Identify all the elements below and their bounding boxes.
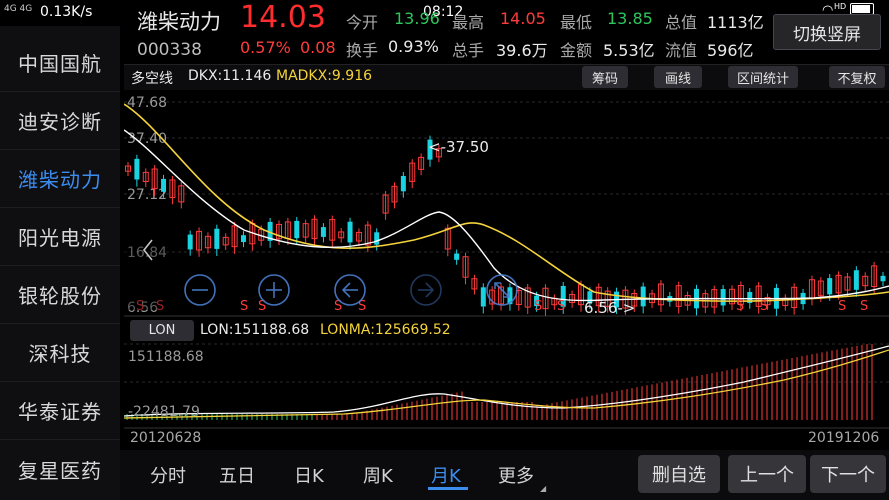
zoom-in-icon[interactable]: [258, 274, 290, 306]
candle-body: [374, 232, 380, 245]
signal-marker: S: [860, 299, 868, 314]
stock-watchlist-sidebar: 中国国航 迪安诊断 潍柴动力 阳光电源 银轮股份 深科技 华泰证券 复星医药: [0, 26, 120, 500]
switch-portrait-button[interactable]: 切换竖屏: [773, 14, 881, 50]
candles: [125, 135, 886, 316]
remove-watchlist-button[interactable]: 删自选: [638, 455, 720, 493]
tab-intraday[interactable]: 分时: [150, 462, 186, 488]
y-tick-2: 37.40: [127, 131, 167, 147]
candle-body: [347, 221, 353, 243]
network-speed: 0.13K/s: [40, 4, 93, 20]
float-cap-value: 596亿: [707, 41, 754, 60]
amount-label: 金额: [560, 41, 593, 60]
candle-body: [214, 228, 220, 249]
chip-distribution-button[interactable]: 筹码: [582, 66, 628, 88]
range-stats-button[interactable]: 区间统计: [728, 66, 798, 88]
candle-body: [134, 158, 140, 180]
high-label: 最高: [452, 13, 485, 32]
tab-weekly-k[interactable]: 周K: [363, 462, 393, 488]
signal-marker: S: [557, 299, 565, 314]
signal-marker: S: [736, 299, 744, 314]
open-label: 今开: [346, 13, 379, 32]
signal-marker: S: [760, 299, 768, 314]
low-value: 13.85: [607, 9, 653, 28]
volume-value: 39.6万: [496, 41, 548, 60]
candle-body: [294, 220, 300, 239]
sidebar-item-7[interactable]: 华泰证券: [0, 382, 120, 440]
candle-body: [827, 278, 833, 295]
y-tick-1: 47.68: [127, 95, 167, 111]
turnover-label: 换手: [346, 41, 379, 60]
lon-chart[interactable]: 151188.68 -22481.79: [124, 342, 889, 430]
candle-body: [480, 287, 486, 307]
sidebar-item-3[interactable]: 潍柴动力: [0, 150, 120, 208]
scroll-left-icon[interactable]: [124, 230, 170, 310]
tab-daily-k[interactable]: 日K: [294, 462, 324, 488]
tab-monthly-k[interactable]: 月K: [431, 462, 461, 488]
total-cap-label: 总值: [665, 13, 698, 32]
lon-indicator-button[interactable]: LON: [130, 320, 194, 341]
signal-marker: S: [838, 299, 846, 314]
madkx-value: MADKX:9.916: [276, 68, 373, 84]
total-cap-value: 1113亿: [707, 13, 764, 32]
high-value: 14.05: [500, 9, 546, 28]
more-triangle-icon: ◢: [540, 484, 547, 493]
sidebar-item-1[interactable]: 中国国航: [0, 34, 120, 92]
lon-value: LON:151188.68: [200, 322, 310, 338]
open-value: 13.96: [394, 9, 440, 28]
low-label: 最低: [560, 13, 593, 32]
candle-body: [161, 178, 167, 192]
amount-value: 5.53亿: [603, 41, 655, 60]
min-price-annotation: 6.56->: [584, 299, 635, 317]
date-end: 20191206: [808, 430, 880, 446]
active-tab-indicator: [428, 487, 468, 490]
lonma-value: LONMA:125669.52: [320, 322, 451, 338]
signal-marker: S: [534, 299, 542, 314]
candle-body: [720, 289, 726, 306]
network-indicator: 4G 4G: [4, 4, 33, 14]
sidebar-item-5[interactable]: 银轮股份: [0, 266, 120, 324]
sidebar-item-8[interactable]: 复星医药: [0, 440, 120, 498]
lon-y-top: 151188.68: [128, 349, 204, 365]
volume-label: 总手: [452, 41, 485, 60]
dkx-value: DKX:11.146: [188, 68, 272, 84]
candle-body: [187, 234, 193, 250]
signal-marker: S: [240, 299, 248, 314]
tab-more[interactable]: 更多: [498, 462, 534, 488]
stock-name: 潍柴动力: [137, 10, 221, 34]
change-percent: 0.57%: [240, 38, 291, 57]
next-stock-button[interactable]: 下一个: [810, 455, 886, 493]
candle-body: [320, 227, 326, 237]
candlestick-chart[interactable]: 47.68 37.40 27.12 16.84 6.56 <-37.50 6.5…: [124, 90, 889, 318]
stock-code: 000338: [137, 40, 202, 60]
turnover-value: 0.93%: [388, 37, 439, 56]
zoom-out-icon[interactable]: [184, 274, 216, 306]
sidebar-item-2[interactable]: 迪安诊断: [0, 92, 120, 150]
candle-body: [240, 235, 246, 243]
lon-y-bottom: -22481.79: [128, 404, 200, 420]
move-right-icon[interactable]: [410, 274, 442, 306]
sidebar-item-4[interactable]: 阳光电源: [0, 208, 120, 266]
hd-badge: HD: [834, 2, 847, 11]
no-adjust-button[interactable]: 不复权: [829, 66, 885, 88]
date-start: 20120628: [130, 430, 202, 446]
candle-body: [880, 275, 886, 282]
sidebar-item-6[interactable]: 深科技: [0, 324, 120, 382]
indicator-name[interactable]: 多空线: [131, 68, 173, 88]
candle-body: [640, 286, 646, 307]
candle-body: [454, 253, 460, 260]
float-cap-label: 流值: [665, 41, 698, 60]
tab-five-day[interactable]: 五日: [219, 462, 255, 488]
candle-body: [853, 270, 859, 290]
previous-stock-button[interactable]: 上一个: [728, 455, 806, 493]
change-amount: 0.08: [300, 38, 336, 57]
move-left-icon[interactable]: [334, 274, 366, 306]
candle-body: [400, 175, 406, 192]
current-price: 14.03: [240, 0, 326, 35]
chart-grid: [124, 101, 889, 317]
draw-line-button[interactable]: 画线: [654, 66, 702, 88]
max-price-annotation: <-37.50: [428, 138, 489, 156]
madkx-line: [124, 103, 889, 302]
